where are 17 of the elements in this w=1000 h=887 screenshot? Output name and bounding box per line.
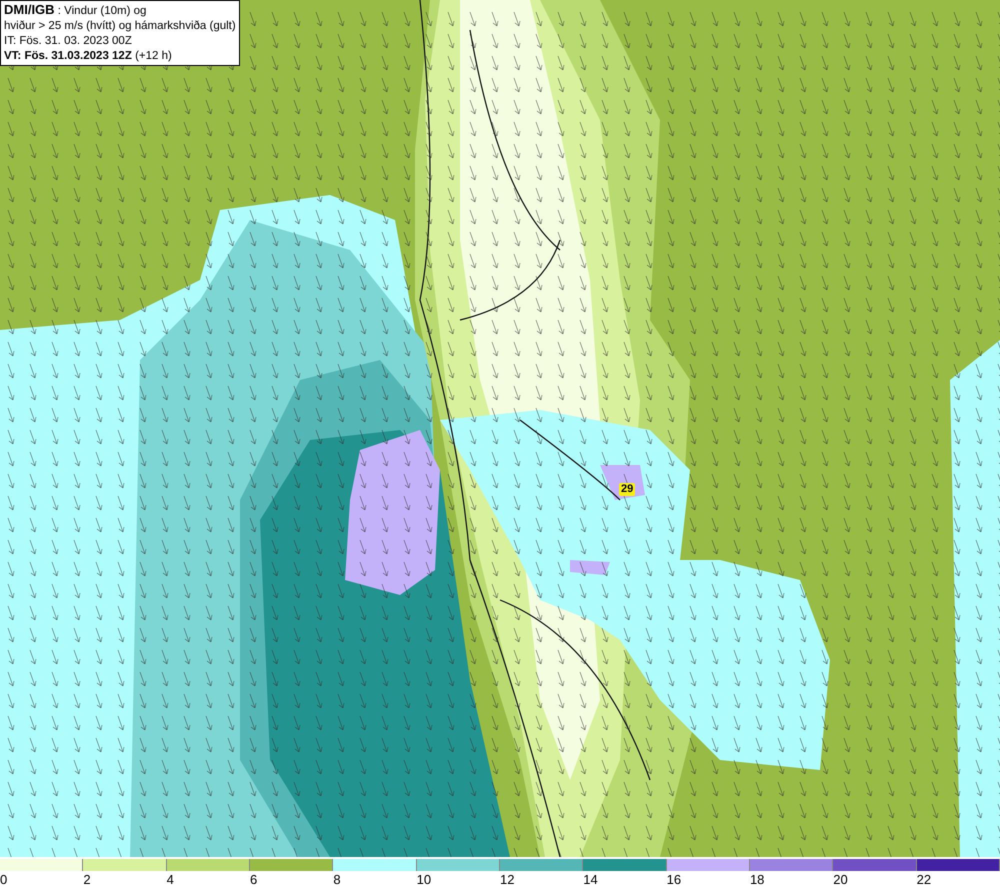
legend-label: 4 bbox=[166, 873, 174, 887]
legend-label: 10 bbox=[416, 873, 432, 887]
gust-label: 29 bbox=[619, 483, 636, 496]
legend-label: 22 bbox=[916, 873, 932, 887]
map-title: DMI/IGB : Vindur (10m) og bbox=[4, 2, 148, 19]
legend-label: 6 bbox=[250, 873, 258, 887]
legend-label: 18 bbox=[750, 873, 764, 887]
legend-label: 8 bbox=[333, 873, 341, 887]
issue-time: IT: Fös. 31. 03. 2023 00Z bbox=[4, 34, 133, 49]
legend-label: 12 bbox=[500, 873, 514, 887]
valid-time: VT: Fös. 31.03.2023 12Z (+12 h) bbox=[4, 49, 173, 64]
legend-label: 2 bbox=[83, 873, 91, 887]
legend-label: 14 bbox=[583, 873, 598, 887]
legend-label: 20 bbox=[833, 873, 848, 887]
map-subtitle: hviður > 25 m/s (hvítt) og hámarkshviða (gult) bbox=[4, 19, 236, 34]
legend-label: 16 bbox=[666, 873, 682, 887]
legend-label: 0 bbox=[0, 873, 8, 887]
